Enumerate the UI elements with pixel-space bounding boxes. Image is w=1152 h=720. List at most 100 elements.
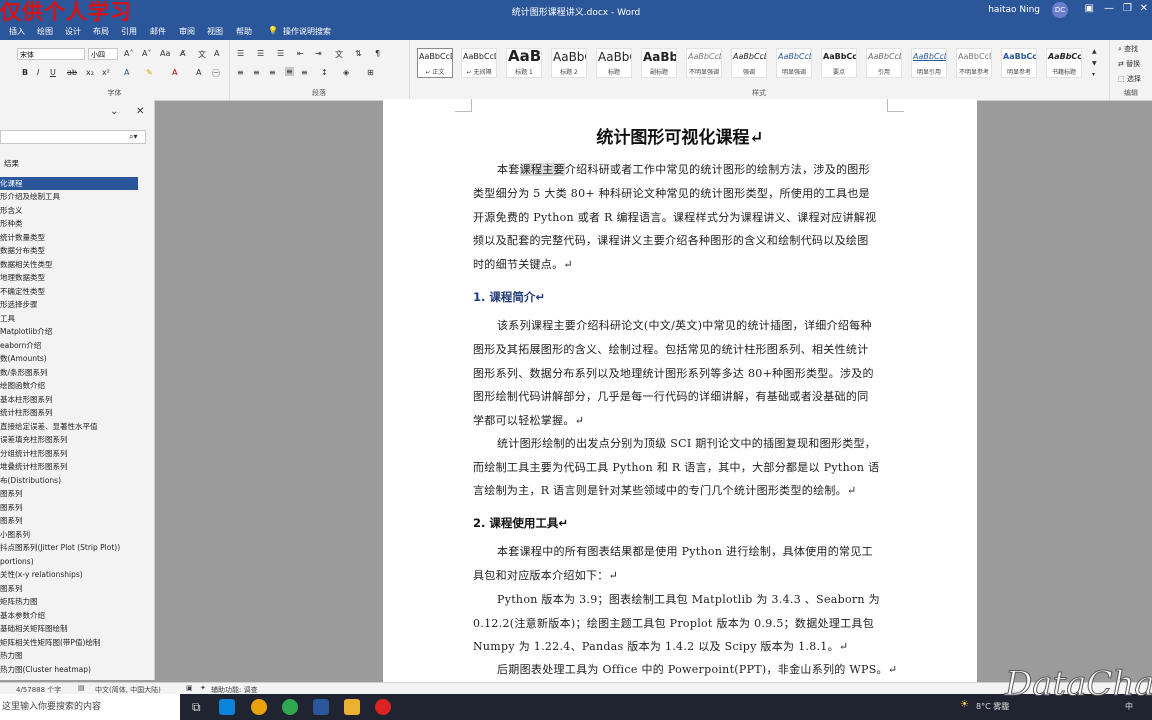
nav-item[interactable]: 关性(x-y relationships): [0, 568, 138, 581]
multilevel-icon[interactable]: ☰: [277, 49, 284, 58]
nav-item[interactable]: 热力图(Cluster heatmap): [0, 663, 138, 676]
nav-item[interactable]: 热力图: [0, 649, 138, 662]
nav-item[interactable]: 堆叠统计柱形图系列: [0, 460, 138, 473]
search-icon[interactable]: ⌕▾: [129, 132, 138, 142]
phonetic-icon[interactable]: 文: [198, 49, 206, 60]
document-page[interactable]: 统计图形可视化课程↵ 本套课程主要介绍科研或者工作中常见的统计图形的绘制方法，涉…: [383, 99, 977, 682]
nav-item[interactable]: 矩阵相关性矩阵图(带P值)绘制: [0, 636, 138, 649]
style-emphasis[interactable]: AaBbCcDd 强调: [731, 48, 767, 78]
nav-item[interactable]: 形含义: [0, 204, 138, 217]
select-button[interactable]: ⬚ 选择: [1118, 74, 1141, 84]
nav-item[interactable]: Matplotlib介绍: [0, 325, 138, 338]
tab-help[interactable]: 帮助: [236, 26, 252, 37]
nav-results-label[interactable]: 结果: [4, 158, 19, 169]
sort-icon[interactable]: ⇅: [355, 49, 362, 58]
find-button[interactable]: ⌕ 查找: [1118, 44, 1138, 54]
minimize-icon[interactable]: —: [1104, 3, 1114, 14]
nav-item[interactable]: 数据相关性类型: [0, 258, 138, 271]
change-case-icon[interactable]: Aa: [160, 49, 170, 58]
style-title[interactable]: AaBbC 标题: [596, 48, 632, 78]
shrink-font-icon[interactable]: A˅: [142, 49, 151, 58]
nav-item[interactable]: 基本柱形图系列: [0, 393, 138, 406]
enclose-char-icon[interactable]: ㊀: [212, 68, 220, 79]
tab-review[interactable]: 审阅: [179, 26, 195, 37]
nav-item[interactable]: 形种类: [0, 217, 138, 230]
nav-item[interactable]: 基础相关矩阵图绘制: [0, 622, 138, 635]
line-spacing-icon[interactable]: ↕: [321, 68, 328, 77]
align-left-icon[interactable]: ≡: [237, 68, 244, 77]
styles-more-icon[interactable]: ▾: [1092, 71, 1095, 78]
style-intense-emphasis[interactable]: AaBbCcDd 明显强调: [776, 48, 812, 78]
user-name[interactable]: haitao Ning: [988, 5, 1040, 15]
grow-font-icon[interactable]: A˄: [124, 49, 133, 58]
file-explorer-icon[interactable]: [344, 699, 360, 715]
nav-item[interactable]: 图系列: [0, 514, 138, 527]
nav-item[interactable]: 不确定性类型: [0, 285, 138, 298]
tab-mailings[interactable]: 邮件: [150, 26, 166, 37]
tab-references[interactable]: 引用: [121, 26, 137, 37]
nav-item[interactable]: 分组统计柱形图系列: [0, 447, 138, 460]
show-marks-icon[interactable]: ¶: [375, 49, 380, 58]
style-heading-2[interactable]: AaBbC 标题 2: [551, 48, 587, 78]
nav-item[interactable]: 地理数据类型: [0, 271, 138, 284]
tell-me-search[interactable]: 操作说明搜索: [283, 26, 331, 37]
nav-item[interactable]: 统计柱形图系列: [0, 406, 138, 419]
proofing-icon[interactable]: ▤: [78, 684, 85, 692]
numbering-icon[interactable]: ☰: [257, 49, 264, 58]
shading-icon[interactable]: ◈: [343, 68, 349, 77]
chinese-layout-icon[interactable]: 文: [335, 49, 343, 60]
tab-layout[interactable]: 布局: [93, 26, 109, 37]
style-normal[interactable]: AaBbCcDd ↵ 正文: [417, 48, 453, 78]
distributed-icon[interactable]: ≡: [301, 68, 308, 77]
tab-design[interactable]: 设计: [65, 26, 81, 37]
style-subtitle[interactable]: AaBbC 副标题: [641, 48, 677, 78]
nav-item[interactable]: portions): [0, 555, 138, 568]
nav-item[interactable]: 化课程: [0, 177, 138, 190]
highlight-icon[interactable]: ✎: [146, 68, 153, 77]
align-center-icon[interactable]: ≡: [253, 68, 260, 77]
nav-search-input[interactable]: ⌕▾: [0, 130, 146, 144]
nav-item[interactable]: 图系列: [0, 487, 138, 500]
italic-icon[interactable]: I: [37, 68, 39, 77]
styles-up-icon[interactable]: ▲: [1092, 48, 1097, 55]
font-size-combo[interactable]: 小四: [88, 48, 118, 60]
bullets-icon[interactable]: ☰: [237, 49, 244, 58]
accessibility-icon[interactable]: ✦: [200, 684, 206, 692]
styles-down-icon[interactable]: ▼: [1092, 60, 1097, 67]
tab-draw[interactable]: 绘图: [37, 26, 53, 37]
nav-item[interactable]: 抖点图系列(Jitter Plot (Strip Plot)): [0, 541, 138, 554]
nav-item[interactable]: 绘图函数介绍: [0, 379, 138, 392]
char-shading-icon[interactable]: A: [196, 68, 201, 77]
nav-item[interactable]: 工具: [0, 312, 138, 325]
style-quote[interactable]: AaBbCcDd 引用: [866, 48, 902, 78]
clear-format-icon[interactable]: A̸: [180, 49, 185, 58]
chevron-down-icon[interactable]: ⌄: [110, 106, 118, 117]
superscript-icon[interactable]: x²: [102, 68, 110, 77]
style-book-title[interactable]: AaBbCcD 书籍标题: [1046, 48, 1082, 78]
nav-item[interactable]: 图系列: [0, 582, 138, 595]
nav-item[interactable]: 直接给定误差、显著性水平值: [0, 420, 138, 433]
text-effect-icon[interactable]: A: [124, 68, 129, 77]
nav-item[interactable]: 数(Amounts): [0, 352, 138, 365]
increase-indent-icon[interactable]: ⇥: [315, 49, 322, 58]
char-border-icon[interactable]: A: [214, 49, 219, 58]
underline-icon[interactable]: U: [50, 68, 56, 77]
track-changes-icon[interactable]: ▣: [186, 684, 193, 692]
style-heading-1[interactable]: AaBl 标题 1: [506, 48, 542, 78]
ribbon-display-icon[interactable]: ▣: [1085, 3, 1094, 14]
taskbar-search[interactable]: 这里输入你要搜索的内容: [0, 694, 180, 720]
chrome-icon[interactable]: [251, 699, 267, 715]
nav-item[interactable]: 形选择步骤: [0, 298, 138, 311]
nav-item[interactable]: 数/条形图系列: [0, 366, 138, 379]
nav-item[interactable]: 布(Distributions): [0, 474, 138, 487]
browser-icon[interactable]: [282, 699, 298, 715]
close-icon[interactable]: ✕: [1140, 3, 1148, 14]
style-intense-quote[interactable]: AaBbCcDd 明显引用: [911, 48, 947, 78]
justify-icon[interactable]: ≡: [285, 67, 294, 76]
nav-item[interactable]: 基本参数介绍: [0, 609, 138, 622]
style-intense-reference[interactable]: AaBbCcD 明显参考: [1001, 48, 1037, 78]
restore-icon[interactable]: ❐: [1123, 3, 1132, 14]
style-no-spacing[interactable]: AaBbCcDd ↵ 无间隔: [461, 48, 497, 78]
nav-item[interactable]: 小图系列: [0, 528, 138, 541]
avatar[interactable]: DC: [1052, 2, 1068, 18]
